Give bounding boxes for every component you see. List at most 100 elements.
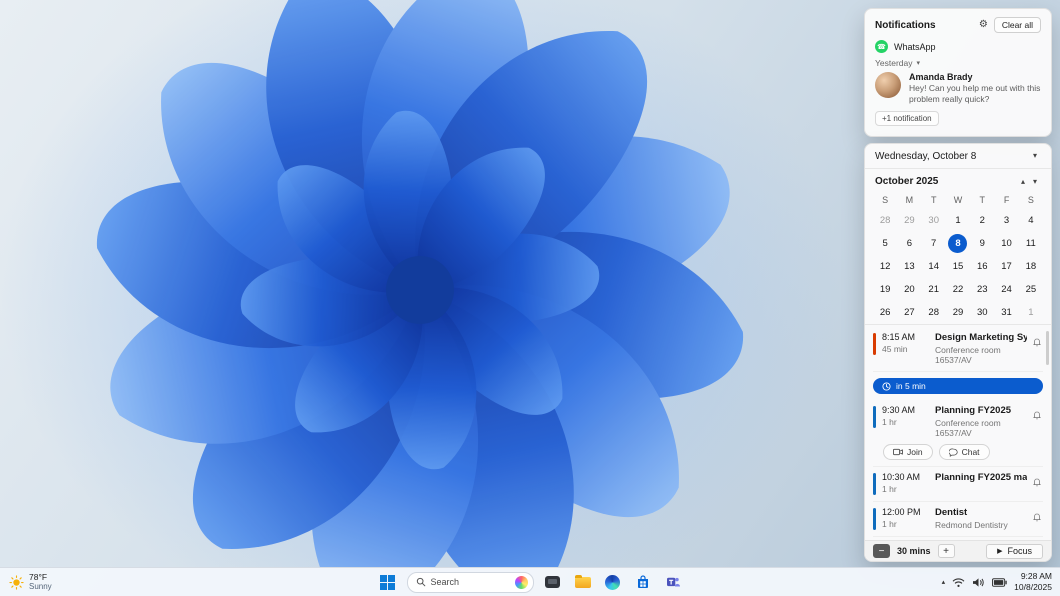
windows-logo-icon — [380, 574, 395, 590]
tray-chevron-icon[interactable]: ▴ — [942, 579, 946, 586]
action-label: Join — [907, 447, 923, 457]
calendar-day-cell[interactable]: 1 — [946, 209, 970, 232]
search-input[interactable]: Search — [406, 571, 534, 593]
focus-session-bar: − 30 mins + ▶ Focus — [865, 540, 1051, 561]
event-row: 10:30 AM 1 hr Planning FY2025 marketing — [873, 472, 1043, 495]
calendar-day-cell[interactable]: 5 — [873, 232, 897, 255]
agenda-list: 8:15 AM 45 min Design Marketing Sync Confer… — [865, 325, 1051, 561]
weather-condition: Sunny — [29, 582, 52, 592]
calendar-day-cell[interactable]: 28 — [922, 301, 946, 324]
tray-time: 9:28 AM — [1020, 571, 1052, 582]
focus-decrease-button[interactable]: − — [873, 544, 890, 558]
calendar-day-header: T — [930, 195, 937, 205]
focus-increase-button[interactable]: + — [937, 544, 955, 558]
search-icon — [416, 577, 425, 587]
focus-start-button[interactable]: ▶ Focus — [986, 543, 1043, 559]
calendar-day-cell[interactable]: 6 — [897, 232, 921, 255]
calendar-day-header: F — [1003, 195, 1010, 205]
notification-app-row[interactable]: ☎ WhatsApp — [865, 37, 1051, 56]
tray-date: 10/8/2025 — [1014, 582, 1052, 592]
calendar-grid: S M T W T F S 28 29 30 1 2 3 4 5 6 7 8 9 10 11 12 13 14 15 16 17 18… — [865, 191, 1051, 324]
reminder-bell-icon — [1033, 405, 1043, 425]
edge-icon[interactable] — [602, 571, 624, 593]
calendar-day-cell[interactable]: 12 — [873, 255, 897, 278]
notifications-panel: Notifications ⚙ Clear all ☎ WhatsApp Yes… — [864, 8, 1052, 137]
notification-group-row[interactable]: Yesterday ▾ — [865, 56, 1051, 69]
event-row: 8:15 AM 45 min Design Marketing Sync Confer… — [873, 332, 1043, 365]
calendar-day-cell[interactable]: 18 — [1019, 255, 1043, 278]
calendar-day-cell[interactable]: 24 — [994, 278, 1018, 301]
calendar-day-cell[interactable]: 23 — [970, 278, 994, 301]
file-explorer-icon[interactable] — [572, 571, 594, 593]
calendar-event[interactable]: 8:15 AM 45 min Design Marketing Sync Confer… — [873, 327, 1043, 372]
calendar-event[interactable]: 10:30 AM 1 hr Planning FY2025 marketing — [873, 467, 1043, 502]
event-title: Design Marketing Sync — [935, 332, 1027, 343]
scrollbar[interactable] — [1046, 331, 1049, 365]
store-icon[interactable] — [632, 571, 654, 593]
calendar-event[interactable]: 9:30 AM 1 hr Planning FY2025 Conference roo… — [873, 400, 1043, 467]
calendar-day-cell[interactable]: 11 — [1019, 232, 1043, 255]
calendar-day-cell[interactable]: 29 — [897, 209, 921, 232]
clock[interactable]: 9:28 AM 10/8/2025 — [1014, 571, 1052, 592]
system-tray: ▴ 9:28 AM 10/8/2025 — [942, 568, 1056, 596]
calendar-day-cell[interactable]: 7 — [922, 232, 946, 255]
event-accent-bar — [873, 333, 876, 355]
weather-widget[interactable]: 78°F Sunny — [2, 570, 59, 594]
event-time: 12:00 PM — [882, 507, 921, 517]
calendar-header: Wednesday, October 8 ▾ — [865, 144, 1051, 168]
event-time-column: 10:30 AM 1 hr — [882, 472, 929, 494]
avatar — [875, 72, 901, 98]
calendar-day-cell[interactable]: 14 — [922, 255, 946, 278]
clear-all-button[interactable]: Clear all — [993, 17, 1041, 33]
calendar-day-cell[interactable]: 30 — [922, 209, 946, 232]
calendar-day-cell[interactable]: 8 — [948, 234, 968, 253]
calendar-day-cell[interactable]: 13 — [897, 255, 921, 278]
calendar-month-row: October 2025 ▴ ▾ — [865, 169, 1051, 191]
event-location: Conference room 16537/AV — [935, 345, 1001, 365]
calendar-day-cell[interactable]: 22 — [946, 278, 970, 301]
more-notifications-button[interactable]: +1 notification — [875, 111, 939, 127]
calendar-day-cell[interactable]: 17 — [994, 255, 1018, 278]
focus-duration: 30 mins — [897, 546, 931, 556]
calendar-event[interactable]: 12:00 PM 1 hr Dentist Redmond Dentistry — [873, 502, 1043, 537]
calendar-day-cell[interactable]: 21 — [922, 278, 946, 301]
join-button[interactable]: Join — [883, 444, 933, 460]
calendar-day-cell[interactable]: 25 — [1019, 278, 1043, 301]
reminder-bell-icon — [1033, 332, 1043, 352]
event-title: Planning FY2025 marketing — [935, 472, 1027, 483]
calendar-prev-month-button[interactable]: ▴ — [1017, 177, 1029, 187]
event-main: Design Marketing Sync Conference room 165… — [935, 332, 1027, 365]
teams-icon[interactable] — [662, 571, 684, 593]
calendar-next-month-button[interactable]: ▾ — [1029, 177, 1041, 187]
play-icon: ▶ — [997, 547, 1003, 555]
chat-button[interactable]: Chat — [938, 444, 990, 460]
volume-icon[interactable] — [972, 577, 985, 588]
calendar-day-cell[interactable]: 20 — [897, 278, 921, 301]
calendar-day-cell[interactable]: 9 — [970, 232, 994, 255]
focus-button-label: Focus — [1007, 546, 1032, 556]
calendar-day-cell[interactable]: 15 — [946, 255, 970, 278]
calendar-day-cell[interactable]: 30 — [970, 301, 994, 324]
calendar-collapse-button[interactable]: ▾ — [1029, 151, 1041, 161]
calendar-day-cell[interactable]: 29 — [946, 301, 970, 324]
calendar-day-cell[interactable]: 16 — [970, 255, 994, 278]
calendar-day-cell[interactable]: 3 — [994, 209, 1018, 232]
battery-icon[interactable] — [992, 577, 1007, 587]
calendar-day-cell[interactable]: 2 — [970, 209, 994, 232]
notification-app-name: WhatsApp — [894, 41, 936, 52]
notification-settings-icon[interactable]: ⚙ — [979, 20, 988, 30]
calendar-day-cell[interactable]: 26 — [873, 301, 897, 324]
calendar-day-cell[interactable]: 1 — [1019, 301, 1043, 324]
calendar-day-cell[interactable]: 27 — [897, 301, 921, 324]
event-time: 9:30 AM — [882, 405, 916, 415]
wifi-icon[interactable] — [952, 577, 965, 588]
calendar-day-cell[interactable]: 28 — [873, 209, 897, 232]
calendar-day-cell[interactable]: 4 — [1019, 209, 1043, 232]
monitor-app-icon[interactable] — [542, 571, 564, 593]
start-button[interactable] — [377, 571, 399, 593]
calendar-day-cell[interactable]: 10 — [994, 232, 1018, 255]
notification-card[interactable]: Amanda Brady Hey! Can you help me out wi… — [865, 69, 1051, 107]
calendar-day-cell[interactable]: 31 — [994, 301, 1018, 324]
event-time-column: 8:15 AM 45 min — [882, 332, 929, 354]
calendar-day-cell[interactable]: 19 — [873, 278, 897, 301]
